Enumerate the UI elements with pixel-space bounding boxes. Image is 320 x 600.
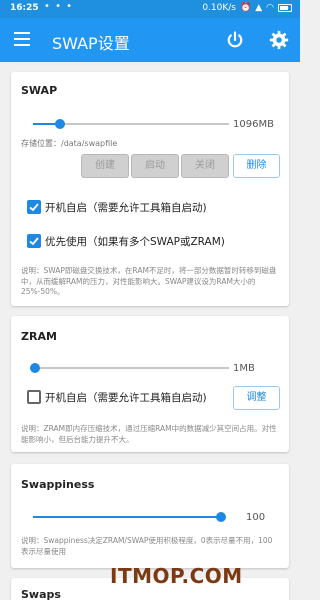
zram-title: ZRAM — [21, 330, 57, 343]
swap-autostart-checkbox[interactable] — [27, 200, 41, 214]
zram-card: ZRAM 1MB 开机自启（需要允许工具箱自启动) 调整 说明：ZRAM即内存压… — [11, 316, 289, 452]
swappiness-value: 100 — [246, 512, 266, 523]
zram-autostart-label: 开机自启（需要允许工具箱自启动) — [45, 392, 207, 404]
swappiness-slider-thumb[interactable] — [216, 512, 226, 522]
swap-autostart-label: 开机自启（需要允许工具箱自启动) — [45, 202, 207, 214]
create-button[interactable]: 创建 — [81, 154, 129, 178]
swap-priority-checkbox[interactable] — [27, 234, 41, 248]
swappiness-description: 说明：Swappiness决定ZRAM/SWAP使用积极程度，0表示尽量不用，1… — [21, 536, 273, 556]
zram-autostart-checkbox[interactable] — [27, 390, 41, 404]
swappiness-slider[interactable] — [33, 511, 226, 523]
zram-size-value: 1MB — [233, 363, 255, 374]
wifi-icon: ◠ — [266, 3, 274, 13]
swappiness-card: Swappiness 100 说明：Swappiness决定ZRAM/SWAP使… — [11, 464, 289, 568]
notification-dots: • • • — [44, 1, 74, 12]
signal-icon: ▲ — [255, 3, 263, 13]
power-icon[interactable] — [225, 30, 245, 50]
swap-description: 说明：SWAP即磁盘交换技术，在RAM不足时，将一部分数据暂时转移到磁盘中，从而… — [21, 266, 277, 296]
swappiness-slider-fill — [33, 516, 221, 518]
menu-icon[interactable] — [14, 32, 30, 46]
swap-size-slider[interactable] — [33, 118, 229, 130]
swappiness-title: Swappiness — [21, 478, 95, 491]
status-right: 0.10K/s ⏰ ▲ ◠ — [202, 3, 292, 13]
swaps-title: Swaps — [21, 588, 61, 600]
swap-priority-label: 优先使用（如果有多个SWAP或ZRAM) — [45, 236, 225, 248]
stop-button[interactable]: 关闭 — [181, 154, 229, 178]
gear-icon[interactable] — [268, 29, 290, 51]
battery-icon — [278, 4, 292, 12]
zram-description: 说明：ZRAM即内存压缩技术，通过压缩RAM中的数据减少其空间占用。对性能影响小… — [21, 424, 277, 444]
page-title: SWAP设置 — [52, 34, 130, 53]
network-speed: 0.10K/s — [202, 3, 236, 13]
swap-path: 存储位置：/data/swapfile — [21, 139, 118, 148]
app-bar: SWAP设置 — [0, 18, 300, 62]
swap-title: SWAP — [21, 84, 58, 97]
alarm-icon: ⏰ — [240, 3, 252, 13]
status-time: 16:25 — [10, 3, 39, 13]
status-bar: 16:25 • • • 0.10K/s ⏰ ▲ ◠ — [0, 0, 300, 18]
adjust-button[interactable]: 调整 — [233, 386, 280, 410]
swap-slider-thumb[interactable] — [55, 119, 66, 129]
start-button[interactable]: 启动 — [131, 154, 179, 178]
zram-size-slider[interactable] — [29, 362, 229, 374]
watermark: ITMOP.COM — [110, 564, 243, 588]
swap-card: SWAP 1096MB 存储位置：/data/swapfile 创建 启动 关闭… — [11, 72, 289, 306]
delete-button[interactable]: 删除 — [233, 154, 280, 178]
zram-slider-thumb[interactable] — [29, 363, 40, 373]
swap-size-value: 1096MB — [233, 119, 274, 130]
